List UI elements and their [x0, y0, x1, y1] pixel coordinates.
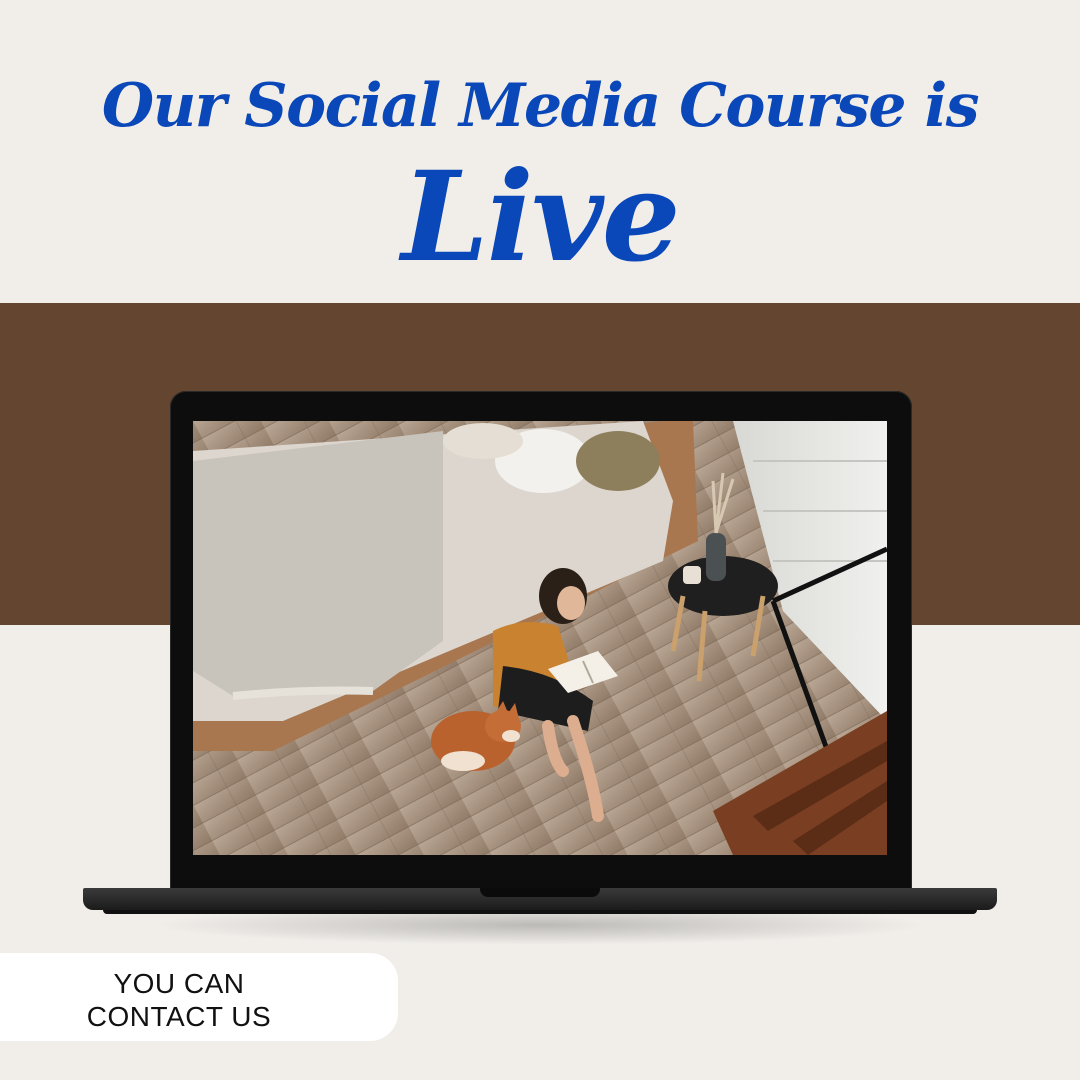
laptop-base: [83, 888, 997, 914]
vase: [706, 533, 726, 581]
headline-line-1: Our Social Media Course is: [101, 71, 980, 141]
bedroom-photo: [193, 421, 887, 855]
contact-line-1: YOU CAN: [113, 968, 245, 999]
pillow-olive: [576, 431, 660, 491]
bed-blanket: [193, 431, 443, 696]
laptop-foot: [103, 910, 977, 914]
laptop-lid: [170, 391, 912, 891]
headline-line-2: Live: [401, 145, 680, 290]
laptop-screen-photo: [193, 421, 887, 855]
contact-text: YOU CAN CONTACT US: [0, 967, 358, 1033]
laptop-notch: [480, 888, 600, 897]
contact-pill[interactable]: YOU CAN CONTACT US: [0, 953, 398, 1041]
contact-line-2: CONTACT US: [86, 1001, 272, 1032]
